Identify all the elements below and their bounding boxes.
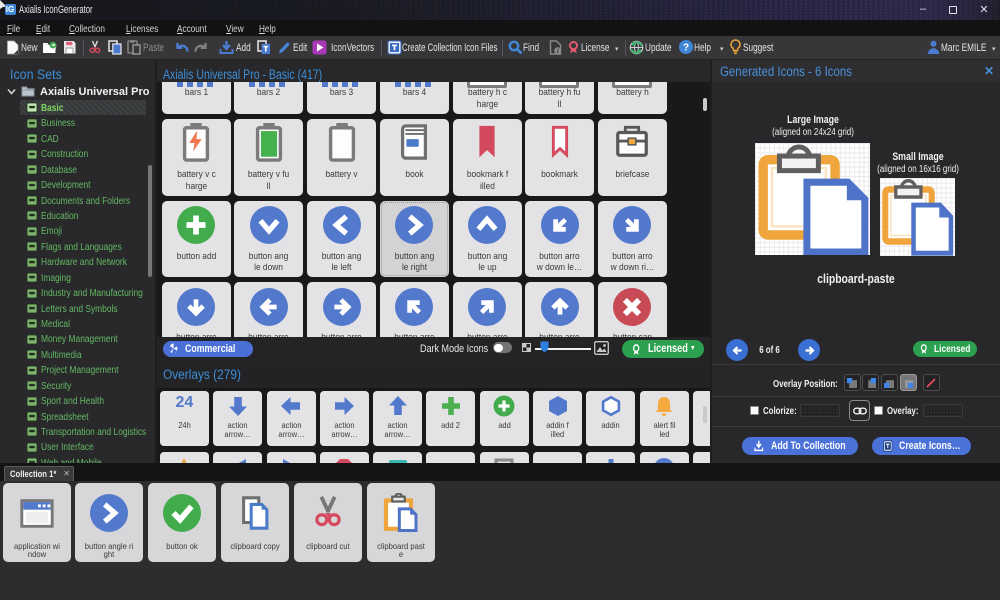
svg-text:i: i [557,48,559,55]
svg-text:?: ? [683,43,689,54]
